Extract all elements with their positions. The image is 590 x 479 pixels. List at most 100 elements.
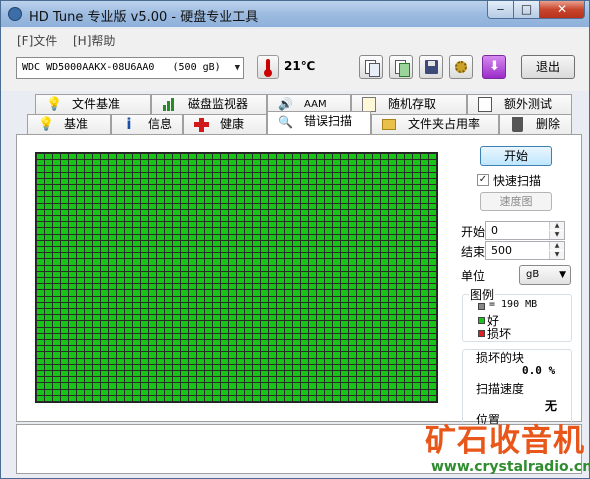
minimize-button[interactable]: ‒ [487, 1, 514, 19]
scan-block [69, 315, 76, 321]
scan-block [397, 290, 404, 296]
scan-block [357, 364, 364, 370]
scan-block [285, 315, 292, 321]
menu-help[interactable]: [H]帮助 [73, 32, 115, 49]
scan-block [181, 178, 188, 184]
scan-block [429, 395, 436, 401]
spin-up-icon[interactable]: ▲ [549, 222, 564, 230]
scan-block [229, 364, 236, 370]
scan-block [269, 246, 276, 253]
scan-block [165, 154, 172, 160]
scan-block [333, 203, 340, 209]
scan-block [277, 321, 284, 327]
scan-block-map [35, 152, 438, 403]
scan-block [109, 178, 116, 184]
scan-block [309, 284, 316, 290]
scan-block [77, 321, 84, 327]
scan-block [117, 234, 124, 240]
scan-block [317, 166, 324, 172]
scan-block [165, 377, 172, 383]
scan-block [413, 339, 420, 346]
scan-block [397, 302, 404, 308]
end-spinbox[interactable]: 500 ▲ ▼ [485, 241, 565, 260]
scan-block [125, 203, 132, 209]
scan-block [277, 327, 284, 333]
scan-block [301, 203, 308, 209]
scan-block [173, 259, 180, 265]
scan-block [133, 197, 140, 203]
drive-select[interactable]: WDC WD5000AAKX-08U6AA0 (500 gB) ▼ [16, 57, 244, 79]
scan-block [189, 277, 196, 284]
scan-block [157, 339, 164, 346]
maximize-button[interactable]: □ [513, 1, 540, 19]
scan-block [389, 377, 396, 383]
scan-block [125, 296, 132, 302]
tab-benchmark[interactable]: 💡 基准 [27, 114, 111, 134]
tab-extra-tests[interactable]: 额外测试 [467, 94, 572, 114]
scan-block [61, 290, 68, 296]
scan-block [293, 290, 300, 296]
scan-block [45, 259, 52, 265]
spin-down-icon[interactable]: ▼ [549, 231, 564, 239]
scan-block [309, 321, 316, 327]
scan-block [373, 346, 380, 352]
scan-block [285, 352, 292, 358]
scan-block [205, 302, 212, 308]
quick-scan-checkbox[interactable]: ✓ [477, 174, 489, 186]
unit-select[interactable]: gB ▼ [519, 265, 571, 285]
tab-erase[interactable]: 删除 [499, 114, 572, 134]
tab-folder-usage[interactable]: 文件夹占用率 [371, 114, 499, 134]
download-button[interactable]: ⬇ [482, 55, 506, 79]
copy-all-button[interactable] [389, 55, 413, 79]
scan-block [397, 246, 404, 253]
spin-up-icon[interactable]: ▲ [549, 242, 564, 250]
scan-block [61, 228, 68, 234]
scan-block [37, 203, 44, 209]
save-button[interactable] [419, 55, 443, 79]
menu-file[interactable]: [F]文件 [17, 32, 57, 49]
title-bar[interactable]: HD Tune 专业版 v5.00 - 硬盘专业工具 ‒ □ ✕ [1, 1, 589, 27]
scan-block [133, 296, 140, 302]
start-button[interactable]: 开始 [480, 146, 552, 166]
scan-block [421, 284, 428, 290]
tab-error-scan[interactable]: 🔍 错误扫描 [267, 111, 371, 134]
scan-block [77, 296, 84, 302]
scan-block [293, 321, 300, 327]
scan-block [149, 184, 156, 191]
exit-button[interactable]: 退出 [521, 55, 575, 79]
scan-block [237, 346, 244, 352]
scan-block [197, 154, 204, 160]
scan-block [157, 203, 164, 209]
scan-block [173, 253, 180, 259]
tab-info[interactable]: i 信息 [111, 114, 183, 134]
scan-block [197, 339, 204, 346]
spin-down-icon[interactable]: ▼ [549, 251, 564, 259]
tab-health[interactable]: 健康 [183, 114, 267, 134]
close-button[interactable]: ✕ [539, 1, 585, 19]
scan-block [133, 377, 140, 383]
scan-block [341, 364, 348, 370]
scan-block [373, 277, 380, 284]
scan-block [269, 370, 276, 377]
scan-block [165, 321, 172, 327]
scan-block [333, 321, 340, 327]
tab-file-benchmark[interactable]: 💡 文件基准 [35, 94, 151, 114]
copy-text-button[interactable] [359, 55, 383, 79]
options-button[interactable] [449, 55, 473, 79]
scan-block [93, 284, 100, 290]
scan-block [69, 290, 76, 296]
scan-block [245, 178, 252, 184]
scan-block [357, 333, 364, 339]
speed-map-button[interactable]: 速度图 [480, 192, 552, 211]
tab-disk-monitor[interactable]: 磁盘监视器 [151, 94, 267, 114]
start-spinbox[interactable]: 0 ▲ ▼ [485, 221, 565, 240]
scan-block [157, 364, 164, 370]
scan-block [253, 395, 260, 401]
scan-block [213, 321, 220, 327]
scan-block [197, 315, 204, 321]
scan-block [389, 166, 396, 172]
scan-block [189, 383, 196, 389]
scan-block [277, 346, 284, 352]
scan-block [165, 215, 172, 222]
scan-block [373, 321, 380, 327]
